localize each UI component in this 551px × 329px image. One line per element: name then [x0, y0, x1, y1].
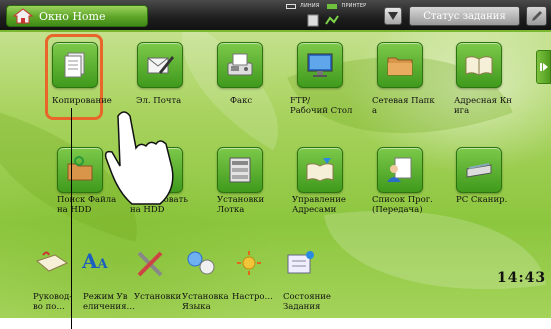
home-label: Окно Home	[39, 9, 106, 23]
fax-label: Факс	[230, 96, 253, 106]
home-screen: Окно Home ЛИНИЯ ПРИНТЕР Статус задания К…	[0, 0, 551, 318]
job-status-label: Состояние Задания	[283, 292, 331, 312]
pc-scan-label: PC Сканир.	[456, 195, 508, 205]
email-icon	[147, 56, 174, 74]
status-dropdown-button[interactable]	[384, 7, 402, 25]
clock: 14:43	[497, 270, 547, 286]
network-folder-button[interactable]	[377, 42, 423, 88]
line-indicator-icon	[286, 3, 296, 9]
scanner-icon	[466, 163, 492, 178]
home-button[interactable]: Окно Home	[6, 5, 148, 27]
network-folder-label: Сетевая Папк а	[372, 96, 435, 116]
address-control-icon	[306, 158, 334, 182]
pencil-icon	[531, 11, 542, 21]
ftp-desktop-label: FTP/ Рабочий Стол	[290, 96, 353, 116]
text-size-label: Режим Ув еличения…	[83, 292, 135, 312]
top-bar: Окно Home ЛИНИЯ ПРИНТЕР Статус задания	[0, 0, 551, 32]
pointing-hand-icon	[104, 111, 174, 205]
chevron-down-icon	[388, 12, 398, 20]
settings-label: Установки	[134, 292, 182, 302]
address-control-label: Управление Адресами	[292, 195, 346, 215]
copy-button[interactable]	[52, 42, 98, 88]
printer-tray-icon	[229, 157, 251, 183]
fax-button[interactable]	[217, 42, 263, 88]
copy-label: Копирование	[52, 96, 112, 106]
folder-search-icon	[67, 156, 93, 181]
tray-settings-label: Установки Лотка	[217, 195, 265, 215]
network-status-icon	[307, 14, 339, 27]
copy-icon	[64, 52, 85, 78]
job-status-button[interactable]: Статус задания	[409, 6, 520, 26]
side-panel-tab[interactable]	[536, 50, 551, 84]
program-list-icon	[387, 157, 412, 182]
line-status: ЛИНИЯ ПРИНТЕР	[286, 3, 366, 9]
pc-scan-button[interactable]	[456, 147, 502, 193]
callout-line	[71, 108, 72, 329]
address-book-icon	[465, 56, 493, 76]
address-control-button[interactable]	[297, 147, 343, 193]
edit-button[interactable]	[526, 6, 547, 26]
language-icon[interactable]	[184, 249, 218, 279]
guide-label: Руковод- во по…	[33, 292, 73, 312]
email-button[interactable]	[137, 42, 183, 88]
printer-status-label: ПРИНТЕР	[341, 3, 367, 9]
address-book-label: Адресная Кн ига	[454, 96, 512, 116]
fax-icon	[227, 53, 253, 76]
language-label: Установка Языка	[182, 292, 229, 312]
guide-book-icon[interactable]	[35, 249, 69, 279]
line-status-label: ЛИНИЯ	[300, 3, 320, 9]
program-list-label: Список Прог. (Передача)	[372, 195, 433, 215]
tray-settings-button[interactable]	[217, 147, 263, 193]
brightness-icon[interactable]	[232, 249, 266, 279]
background-leaf	[324, 185, 546, 315]
text-size-icon[interactable]: AA	[82, 249, 116, 279]
house-icon	[13, 8, 33, 24]
email-label: Эл. Почта	[136, 96, 182, 106]
job-status-icon[interactable]	[284, 249, 318, 279]
hdd-search-button[interactable]	[57, 147, 103, 193]
chevron-right-icon	[539, 63, 548, 71]
ftp-desktop-button[interactable]	[297, 42, 343, 88]
program-list-button[interactable]	[377, 147, 423, 193]
device-status-indicators: ЛИНИЯ ПРИНТЕР	[282, 3, 372, 29]
tools-icon[interactable]	[133, 249, 167, 279]
brightness-label: Настро…	[232, 292, 274, 302]
network-folder-icon	[387, 57, 413, 76]
printer-indicator-icon	[327, 3, 338, 9]
ftp-desktop-icon	[307, 53, 333, 77]
address-book-button[interactable]	[456, 42, 502, 88]
